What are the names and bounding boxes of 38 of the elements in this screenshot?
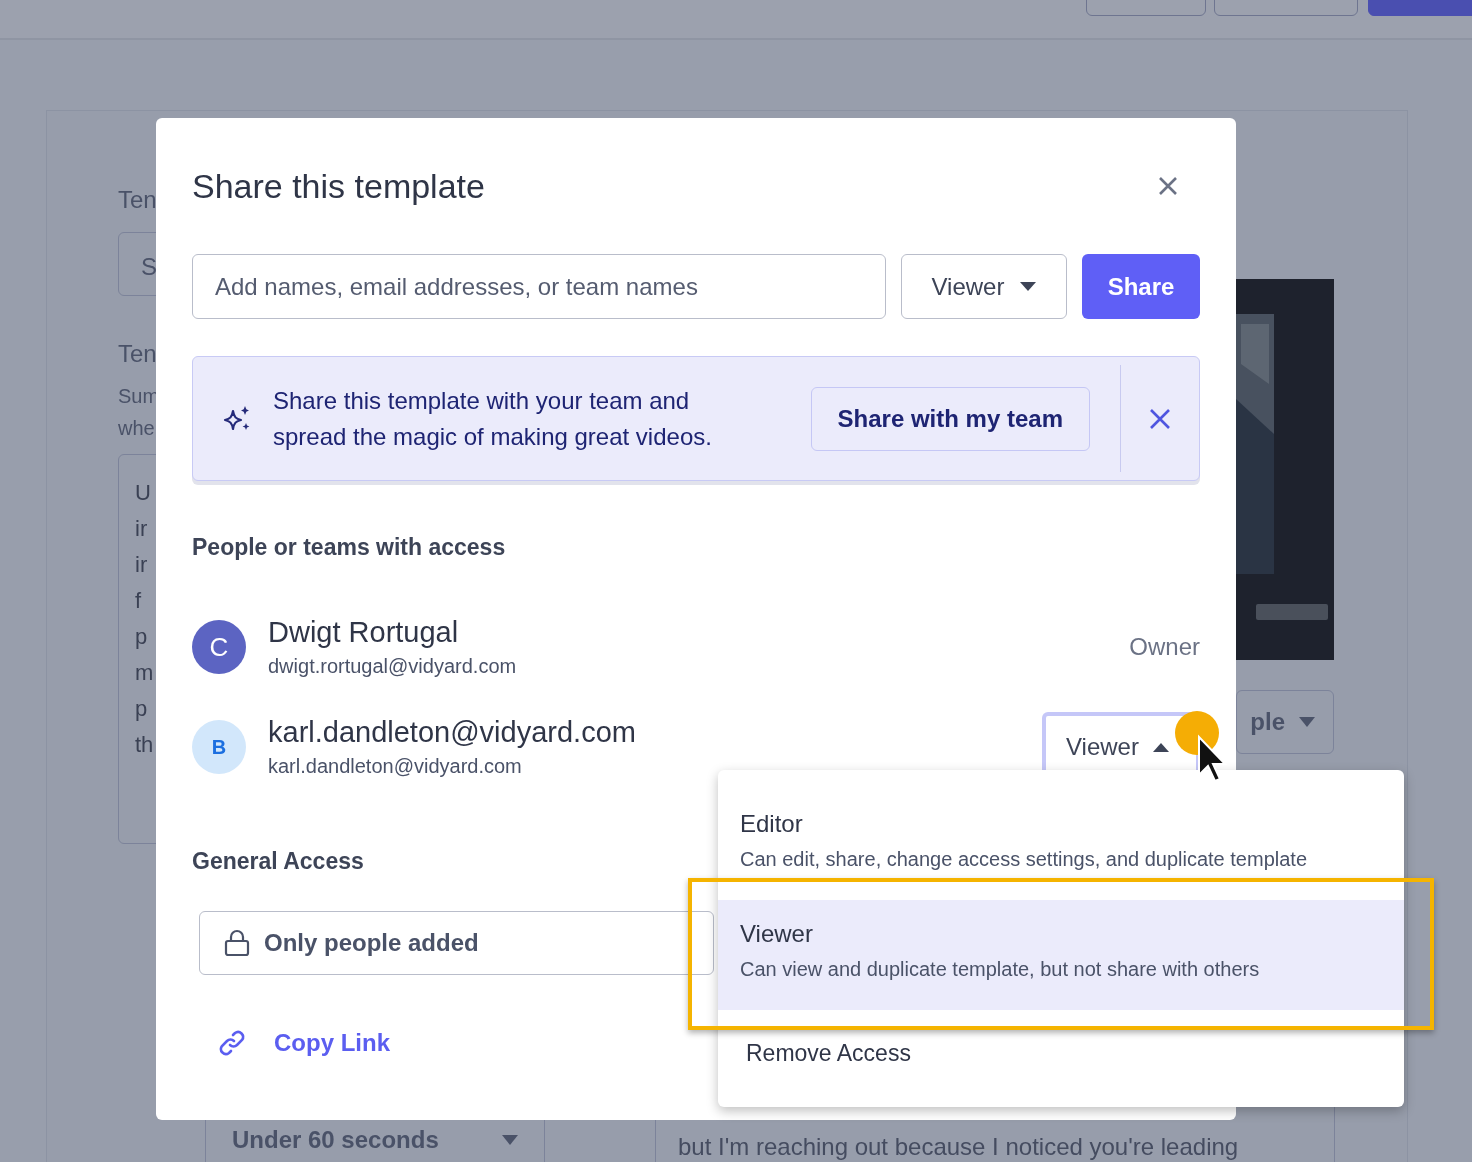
dialog-title: Share this template <box>192 166 485 206</box>
avatar: C <box>192 620 246 674</box>
person-email: dwigt.rortugal@vidyard.com <box>268 655 517 678</box>
section-heading: General Access <box>192 847 364 875</box>
caret-icon <box>1020 282 1037 291</box>
menu-option[interactable]: Editor Can edit, share, change access settings, and duplicate template <box>718 790 1404 900</box>
person-email: karl.dandleton@vidyard.com <box>268 755 523 778</box>
person-name: Dwigt Rortugal <box>268 616 460 649</box>
share-team-button[interactable]: Share with my team <box>810 386 1090 451</box>
person-name: karl.dandleton@vidyard.com <box>268 716 636 749</box>
caret-icon <box>1152 742 1169 752</box>
remove-access-option[interactable]: Remove Access <box>718 1010 1404 1097</box>
option-title: Viewer <box>740 920 814 948</box>
close-button[interactable] <box>1158 176 1178 196</box>
option-description: Can edit, share, change access settings, and duplicate template <box>740 848 1308 871</box>
option-title: Editor <box>740 810 804 838</box>
menu-option[interactable]: Viewer Can view and duplicate template, but not share with others <box>718 900 1404 1010</box>
field-label: Ten <box>118 340 157 368</box>
message-text: but I'm reaching out because I noticed you're leading <box>678 1133 1239 1160</box>
copy-link[interactable]: Copy Link <box>216 1027 390 1059</box>
field-label: Ten <box>118 186 157 214</box>
option-description: Can view and duplicate template, but not share with others <box>740 958 1261 981</box>
caret-icon <box>1299 717 1315 727</box>
toolbar-button[interactable] <box>1214 0 1358 16</box>
lock-icon <box>224 929 250 957</box>
banner-text: Share this template with your team and spread the magic of making great videos. <box>273 385 713 452</box>
share-button[interactable]: Share <box>1082 254 1200 319</box>
role-select[interactable]: Viewer <box>901 254 1067 319</box>
section-heading: People or teams with access <box>192 533 506 561</box>
access-select[interactable]: Only people added <box>199 911 714 975</box>
toolbar-button[interactable] <box>1086 0 1206 16</box>
avatar: B <box>192 720 246 774</box>
invite-input[interactable]: Add names, email addresses, or team names <box>192 254 886 319</box>
primary-button[interactable] <box>1368 0 1472 16</box>
caret-icon <box>502 1135 518 1145</box>
close-icon <box>1149 407 1171 430</box>
close-icon <box>1158 176 1178 196</box>
role-label: Owner <box>1129 633 1200 661</box>
